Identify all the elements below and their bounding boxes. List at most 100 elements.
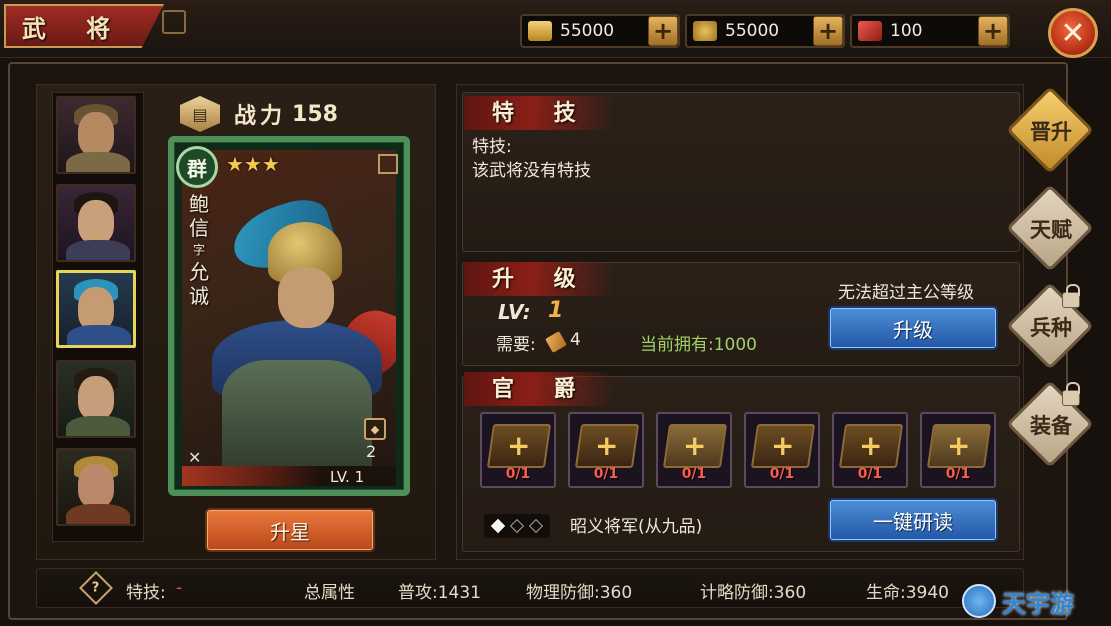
resource-grain-value: 55000 (725, 21, 780, 41)
slot-count: 0/1 (593, 466, 619, 482)
resource-gold-value: 55000 (560, 21, 615, 41)
grain-icon (693, 21, 717, 41)
scroll-icon: + (662, 424, 728, 468)
general-portrait-1[interactable] (56, 96, 136, 174)
lock-icon (1062, 382, 1080, 406)
slot-count: 0/1 (857, 466, 883, 482)
hero-face (278, 268, 334, 328)
resource-gem-value: 100 (890, 21, 923, 41)
portrait-body (66, 152, 130, 172)
portrait-face (78, 464, 114, 508)
need-count: 4 (570, 330, 581, 350)
skill-label: 特技: (472, 137, 512, 157)
portrait-body (66, 416, 130, 436)
level-prefix: LV: (498, 300, 531, 324)
star-up-button[interactable]: 升星 (205, 508, 375, 552)
close-icon: ✕ (1060, 15, 1086, 51)
rank-book-slot-6[interactable]: + 0/1 (920, 412, 996, 488)
plus-icon: + (595, 429, 619, 462)
book-icon: + (574, 424, 640, 468)
add-gem-button[interactable]: + (978, 16, 1008, 46)
lock-icon (1062, 284, 1080, 308)
book-icon: + (486, 424, 552, 468)
skill-section-title: 特 技 (464, 96, 614, 130)
top-bar: 武 将 55000 + 55000 + 100 + ✕ (0, 0, 1111, 58)
card-number: 2 (366, 442, 377, 461)
one-click-research-button[interactable]: 一键研读 (828, 498, 998, 542)
upgrade-button[interactable]: 升级 (828, 306, 998, 350)
stat-total-label[interactable]: 总属性 (304, 578, 355, 603)
window-title: 武 将 (21, 13, 127, 43)
corner-ornament-icon (378, 154, 398, 174)
portrait-body (66, 504, 130, 524)
tab-label: 天赋 (1030, 218, 1072, 242)
resource-gold: 55000 + (520, 14, 680, 48)
plus-icon: + (859, 429, 883, 462)
name-char: 信 (189, 216, 209, 240)
plus-icon: + (507, 429, 531, 462)
add-grain-button[interactable]: + (813, 16, 843, 46)
upgrade-section-title: 升 级 (464, 262, 614, 296)
plus-icon: + (771, 429, 795, 462)
stat-skill-label: 特技: (126, 583, 166, 603)
stat-hp: 生命:3940 (866, 583, 949, 603)
book-icon: + (750, 424, 816, 468)
watermark-text: 天宇游 (1002, 589, 1074, 618)
general-portrait-3-selected[interactable] (56, 270, 136, 348)
card-level: LV. 1 (330, 468, 365, 486)
portrait-face (78, 376, 114, 420)
skill-description: 该武将没有特技 (472, 161, 591, 181)
stat-attack: 普攻:1431 (398, 583, 481, 603)
resource-gem: 100 + (850, 14, 1010, 48)
power-badge-icon: ▤ (180, 96, 220, 132)
plus-icon: + (683, 429, 707, 462)
rank-book-slot-5[interactable]: + 0/1 (832, 412, 908, 488)
level-limit-notice: 无法超过主公等级 (838, 283, 974, 303)
portrait-face (78, 112, 114, 156)
slot-count: 0/1 (505, 466, 531, 482)
scroll-icon: + (926, 424, 992, 468)
rank-dot-icon (529, 518, 544, 534)
power-label: 战力 (234, 103, 287, 129)
current-rank-title: 昭义将军(从九品) (570, 517, 703, 537)
general-portrait-2[interactable] (56, 184, 136, 262)
general-portrait-4[interactable] (56, 360, 136, 438)
name-char: 鲍 (189, 192, 209, 216)
portrait-body (66, 240, 130, 260)
troop-type-icon: ◆ (364, 418, 386, 440)
red-gem-icon (858, 21, 882, 41)
rank-book-slot-1[interactable]: + 0/1 (480, 412, 556, 488)
tab-equipment[interactable]: 装备 (1006, 380, 1094, 468)
resource-grain: 55000 + (685, 14, 845, 48)
general-portrait-5[interactable] (56, 448, 136, 526)
rank-progress-dots (484, 514, 550, 538)
faction-badge: 群 (176, 146, 218, 188)
tab-promote[interactable]: 晋升 (1006, 86, 1094, 174)
power-value: 158 (292, 101, 338, 127)
portrait-body (67, 325, 131, 345)
watermark-logo-icon (962, 584, 996, 618)
level-value: 1 (548, 298, 564, 323)
general-card: 群 ★★★ 鲍 信 字 允 诚 ✕ ◆ 2 LV. 1 (168, 136, 410, 496)
plus-icon: + (947, 429, 971, 462)
tab-label: 装备 (1030, 414, 1072, 438)
tab-label: 晋升 (1030, 120, 1072, 144)
crossed-weapons-icon: ✕ (188, 448, 202, 467)
rank-book-slot-3[interactable]: + 0/1 (656, 412, 732, 488)
need-label: 需要: (496, 335, 536, 355)
slot-count: 0/1 (681, 466, 707, 482)
gold-ingot-icon (528, 21, 552, 41)
style-name-marker: 字 (192, 243, 205, 257)
rank-book-slot-4[interactable]: + 0/1 (744, 412, 820, 488)
portrait-face (78, 200, 114, 244)
rank-section-title: 官 爵 (464, 372, 614, 406)
title-ornament-icon (162, 10, 186, 34)
tab-troop-type[interactable]: 兵种 (1006, 282, 1094, 370)
watermark: 天宇游 (962, 578, 1108, 624)
add-gold-button[interactable]: + (648, 16, 678, 46)
slot-count: 0/1 (945, 466, 971, 482)
tab-talent[interactable]: 天赋 (1006, 184, 1094, 272)
rank-book-slot-2[interactable]: + 0/1 (568, 412, 644, 488)
general-name: 鲍 信 字 允 诚 (186, 192, 212, 308)
close-button[interactable]: ✕ (1048, 8, 1098, 58)
